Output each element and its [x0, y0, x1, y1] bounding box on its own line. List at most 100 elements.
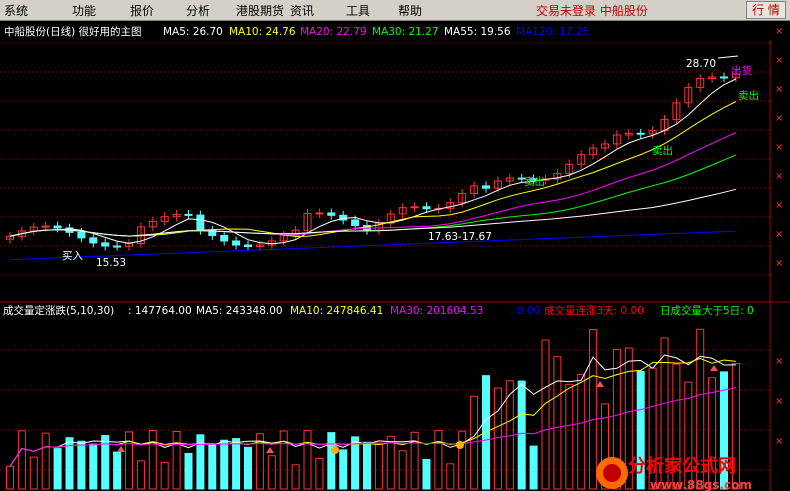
volume-bar	[113, 451, 122, 490]
svg-text:×: ×	[775, 258, 783, 269]
volume-bar	[553, 356, 562, 490]
volume-arrow-icon	[596, 381, 604, 387]
menu-analysis[interactable]: 分析	[186, 2, 210, 19]
volume-above-label: 日成交量大于5日: 0	[660, 304, 754, 317]
volume-bar	[267, 455, 276, 490]
low-price-label: 15.53	[96, 257, 126, 269]
svg-text:×: ×	[775, 171, 783, 182]
candle-body	[113, 245, 122, 248]
svg-text:×: ×	[775, 84, 783, 95]
volume-bar	[363, 441, 371, 490]
volume-bar	[339, 449, 348, 490]
candle-body	[101, 242, 110, 247]
menu-system[interactable]: 系统	[4, 2, 28, 19]
volume-bar	[125, 431, 133, 490]
ma30-line	[9, 154, 737, 237]
watermark-url: www.88gs.com	[650, 478, 752, 491]
svg-text:×: ×	[775, 113, 783, 124]
candle-body	[53, 225, 62, 229]
ma10-label: MA10: 24.76	[229, 26, 296, 38]
volume-bar	[53, 448, 62, 490]
candle-body	[184, 213, 193, 216]
volume-bar	[148, 430, 157, 490]
volume-bar	[77, 440, 86, 490]
candle-body	[636, 132, 645, 135]
candle-body	[196, 214, 205, 231]
ma20-line	[9, 132, 737, 237]
volume-dot-icon	[331, 446, 339, 454]
candle-body	[422, 206, 431, 210]
svg-text:×: ×	[775, 55, 783, 66]
ma5-line	[9, 78, 737, 245]
volume-bar	[541, 339, 550, 490]
candle-body	[77, 231, 86, 239]
volume-bar	[41, 432, 50, 490]
svg-text:×: ×	[775, 436, 783, 447]
volume-signal-marks	[117, 365, 718, 454]
sell-signal-label-2: 卖出	[652, 144, 673, 157]
candle-body	[315, 212, 324, 215]
volume-value-label: : 147764.00	[128, 305, 192, 317]
ma120-label: MA120: 17.25	[516, 26, 589, 38]
volume-bar	[232, 438, 241, 490]
volume-bar	[29, 456, 38, 490]
volume-bar	[244, 446, 252, 490]
menu-help[interactable]: 帮助	[398, 2, 422, 19]
volume-arrow-icon	[710, 365, 718, 371]
volume-bar	[160, 461, 169, 490]
trading-app: 系统 功能 报价 分析 港股期货 资讯 工具 帮助 交易未登录 中船股份 行 情…	[0, 0, 790, 491]
menu-tools[interactable]: 工具	[346, 2, 370, 19]
sell-out-label: 出货	[731, 64, 752, 77]
volume-bar	[315, 458, 324, 490]
menu-bar: 系统 功能 报价 分析 港股期货 资讯 工具 帮助 交易未登录 中船股份 行 情	[0, 0, 790, 21]
volume-bar	[208, 444, 217, 490]
candle-body	[327, 212, 336, 216]
candle-body	[351, 219, 360, 227]
volume-bar	[434, 430, 443, 490]
volume-bar	[136, 460, 145, 490]
ma55-label: MA55: 19.56	[444, 26, 511, 38]
volume-bar	[184, 452, 193, 490]
menu-hk-futures[interactable]: 港股期货	[236, 2, 284, 19]
candle-body	[720, 76, 728, 79]
volume-bar	[374, 442, 383, 490]
volume-bar	[327, 432, 336, 490]
menu-quote[interactable]: 报价	[130, 2, 154, 19]
login-status: 交易未登录 中船股份	[536, 4, 648, 18]
ma55-line	[9, 188, 737, 237]
volume-bar	[386, 435, 395, 490]
quote-button[interactable]: 行 情	[746, 1, 786, 19]
volume-zero-label: : 0.00	[510, 305, 540, 317]
ma20-label: MA20: 22.79	[300, 26, 367, 38]
volume-bar	[303, 430, 312, 490]
volume-ma10-label: MA10: 247846.41	[290, 305, 383, 317]
svg-text:×: ×	[775, 26, 783, 37]
volume-ma30-label: MA30: 201604.53	[390, 305, 483, 317]
volume-bar	[589, 329, 598, 490]
volume-arrow-icon	[266, 447, 274, 453]
menu-info[interactable]: 资讯	[290, 2, 314, 19]
candlesticks	[6, 69, 740, 251]
ma10-line	[9, 101, 737, 238]
main-panel-title: 中船股份(日线) 很好用的主图	[4, 25, 142, 38]
candle-body	[482, 185, 490, 189]
svg-text:×: ×	[775, 396, 783, 407]
volume-bar	[291, 464, 300, 490]
range-label: 17.63-17.67	[428, 231, 492, 243]
stock-chart[interactable]: 中船股份(日线) 很好用的主图 MA5: 26.70 MA10: 24.76 M…	[0, 20, 790, 491]
watermark-title: 分析家公式网	[628, 455, 736, 477]
volume-ma5-label: MA5: 243348.00	[196, 305, 283, 317]
high-arrow	[717, 55, 739, 59]
watermark: 分析家公式网 www.88gs.com	[596, 455, 752, 491]
menu-function[interactable]: 功能	[72, 2, 96, 19]
volume-bar	[172, 431, 181, 490]
candle-body	[410, 206, 419, 209]
candle-body	[244, 244, 252, 248]
volume-dot-icon	[456, 441, 464, 449]
svg-text:×: ×	[775, 142, 783, 153]
candle-body	[89, 237, 98, 244]
volume-rise-label: 成交量连涨3天: 0.00	[544, 304, 644, 317]
volume-bar	[422, 458, 431, 490]
volume-panel-title: 成交量定涨跌(5,10,30)	[3, 304, 114, 317]
volume-bar	[351, 436, 360, 490]
